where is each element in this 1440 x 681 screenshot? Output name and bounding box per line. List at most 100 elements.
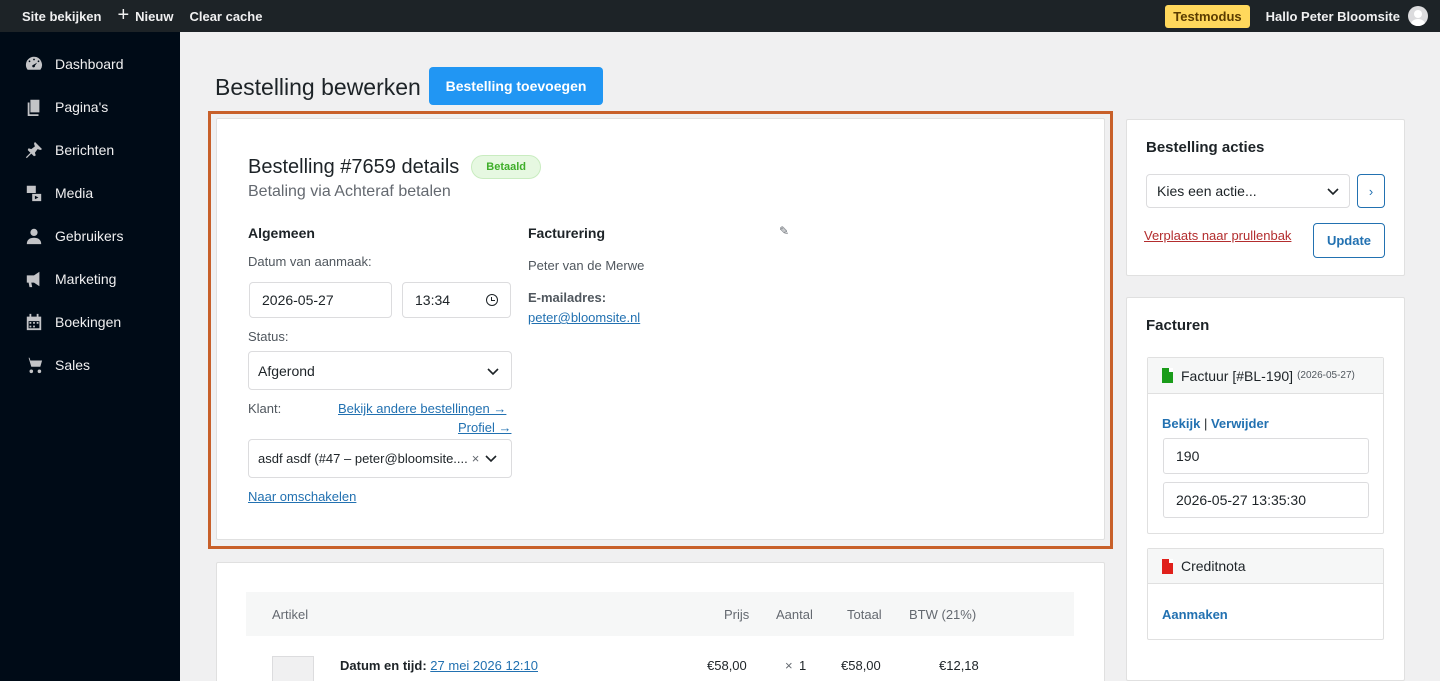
col-article: Artikel <box>272 606 309 622</box>
status-badge: Betaald <box>471 155 542 179</box>
invoice-date: (2026-05-27) <box>1297 370 1355 381</box>
credit-note-header: Creditnota <box>1148 549 1383 584</box>
pencil-icon[interactable]: ✎ <box>779 224 789 238</box>
item-label: Datum en tijd: <box>340 658 427 673</box>
sidebar-item-dashboard[interactable]: Dashboard <box>0 42 180 85</box>
invoice-document-icon <box>1162 368 1173 383</box>
sidebar-item-media[interactable]: Media <box>0 171 180 214</box>
dashboard-icon <box>24 54 44 74</box>
action-select-value: Kies een actie... <box>1157 183 1257 199</box>
sidebar-item-marketing[interactable]: Marketing <box>0 257 180 300</box>
customer-label: Klant: <box>248 401 282 416</box>
sidebar-item-label: Media <box>55 184 94 201</box>
invoice-number-input[interactable]: 190 <box>1163 438 1369 474</box>
sidebar-item-label: Boekingen <box>55 313 122 330</box>
item-date-link[interactable]: 27 mei 2026 12:10 <box>430 658 538 673</box>
sidebar-item-label: Marketing <box>55 270 117 287</box>
time-input[interactable]: 13:34 <box>402 282 511 318</box>
user-menu[interactable]: Hallo Peter Bloomsite <box>1266 6 1428 26</box>
invoice-header: Factuur [#BL-190] (2026-05-27) <box>1148 358 1383 394</box>
status-value: Afgerond <box>258 362 315 379</box>
view-invoice-link[interactable]: Bekijk <box>1162 416 1200 431</box>
cart-icon <box>24 355 44 375</box>
chevron-down-icon <box>487 363 499 379</box>
invoice-datetime-input[interactable]: 2026-05-27 13:35:30 <box>1163 482 1369 518</box>
email-link[interactable]: peter@bloomsite.nl <box>528 310 640 325</box>
clear-icon[interactable]: × <box>472 451 480 466</box>
sidebar-item-bookings[interactable]: Boekingen <box>0 300 180 343</box>
invoice-datetime: 2026-05-27 13:35:30 <box>1176 492 1306 508</box>
create-credit-note-link[interactable]: Aanmaken <box>1162 607 1228 622</box>
sidebar-item-posts[interactable]: Berichten <box>0 128 180 171</box>
invoice-links: Bekijk | Verwijder <box>1162 416 1269 431</box>
delete-invoice-link[interactable]: Verwijder <box>1211 416 1269 431</box>
pages-icon <box>24 97 44 117</box>
megaphone-icon <box>24 269 44 289</box>
switch-link[interactable]: Naar omschakelen <box>248 489 356 504</box>
actions-heading: Bestelling acties <box>1146 139 1265 156</box>
pin-icon <box>24 140 44 160</box>
time-value: 13:34 <box>415 292 451 308</box>
chevron-down-icon <box>485 451 497 466</box>
trash-link[interactable]: Verplaats naar prullenbak <box>1144 228 1291 243</box>
test-mode-badge[interactable]: Testmodus <box>1165 4 1250 28</box>
separator: | <box>1203 416 1208 431</box>
sidebar-item-label: Pagina's <box>55 98 109 115</box>
sidebar-item-label: Sales <box>55 356 91 373</box>
site-view-link[interactable]: Site bekijken <box>22 9 101 24</box>
sidebar-item-pages[interactable]: Pagina's <box>0 85 180 128</box>
col-vat: BTW (21%) <box>909 606 977 622</box>
order-heading: Bestelling #7659 details Betaald <box>248 155 542 179</box>
avatar <box>1408 6 1428 26</box>
sidebar-item-label: Gebruikers <box>55 227 124 244</box>
date-input[interactable]: 2026-05-27 <box>249 282 392 318</box>
clock-icon <box>486 294 498 306</box>
clear-cache-link[interactable]: Clear cache <box>189 9 262 24</box>
status-select[interactable]: Afgerond <box>248 351 512 390</box>
profile-link[interactable]: Profiel → <box>458 420 511 435</box>
item-vat: €12,18 <box>939 658 979 673</box>
item-qty: 1 <box>799 658 807 673</box>
item-qty-sign: × <box>785 658 793 673</box>
sidebar-item-sales[interactable]: Sales <box>0 343 180 386</box>
chevron-down-icon <box>1327 183 1339 199</box>
col-total: Totaal <box>847 606 882 622</box>
date-label: Datum van aanmaak: <box>248 254 372 269</box>
item-total: €58,00 <box>841 658 881 673</box>
customer-select[interactable]: asdf asdf (#47 – peter@bloomsite.... × <box>248 439 512 478</box>
table-row: Datum en tijd: 27 mei 2026 12:10 <box>340 658 538 673</box>
col-price: Prijs <box>724 606 750 622</box>
date-value: 2026-05-27 <box>262 292 334 308</box>
new-menu[interactable]: + Nieuw <box>117 4 174 26</box>
sidebar-item-label: Dashboard <box>55 55 124 72</box>
col-qty: Aantal <box>776 606 813 622</box>
invoice-number: 190 <box>1176 448 1200 464</box>
customer-value: asdf asdf (#47 – peter@bloomsite.... <box>258 451 468 466</box>
other-orders-link[interactable]: Bekijk andere bestellingen → <box>338 401 506 416</box>
sidebar-item-label: Berichten <box>55 141 115 158</box>
product-thumbnail <box>272 656 314 681</box>
order-title: Bestelling #7659 details <box>248 155 460 178</box>
page-title: Bestelling bewerken <box>215 74 421 100</box>
update-button[interactable]: Update <box>1313 223 1385 258</box>
billing-heading: Facturering <box>528 225 606 241</box>
email-label: E-mailadres: <box>528 290 607 305</box>
general-heading: Algemeen <box>248 225 315 241</box>
invoices-heading: Facturen <box>1146 317 1210 334</box>
admin-bar: Site bekijken + Nieuw Clear cache Testmo… <box>0 0 1440 32</box>
new-label: Nieuw <box>135 8 174 24</box>
items-table-header: Artikel Prijs Aantal Totaal BTW (21%) <box>246 592 1074 636</box>
user-icon <box>24 226 44 246</box>
status-label: Status: <box>248 329 289 344</box>
plus-icon: + <box>117 4 130 26</box>
add-order-button[interactable]: Bestelling toevoegen <box>429 67 603 105</box>
invoice-title: Factuur [#BL-190] <box>1181 367 1294 384</box>
apply-action-button[interactable]: › <box>1357 174 1385 208</box>
media-icon <box>24 183 44 203</box>
payment-method: Betaling via Achteraf betalen <box>248 183 451 200</box>
sidebar: Dashboard Pagina's Berichten Media Gebru… <box>0 32 180 681</box>
greeting-text: Hallo Peter Bloomsite <box>1265 8 1400 24</box>
sidebar-item-users[interactable]: Gebruikers <box>0 214 180 257</box>
action-select[interactable]: Kies een actie... <box>1146 174 1350 208</box>
billing-name: Peter van de Merwe <box>528 258 645 273</box>
